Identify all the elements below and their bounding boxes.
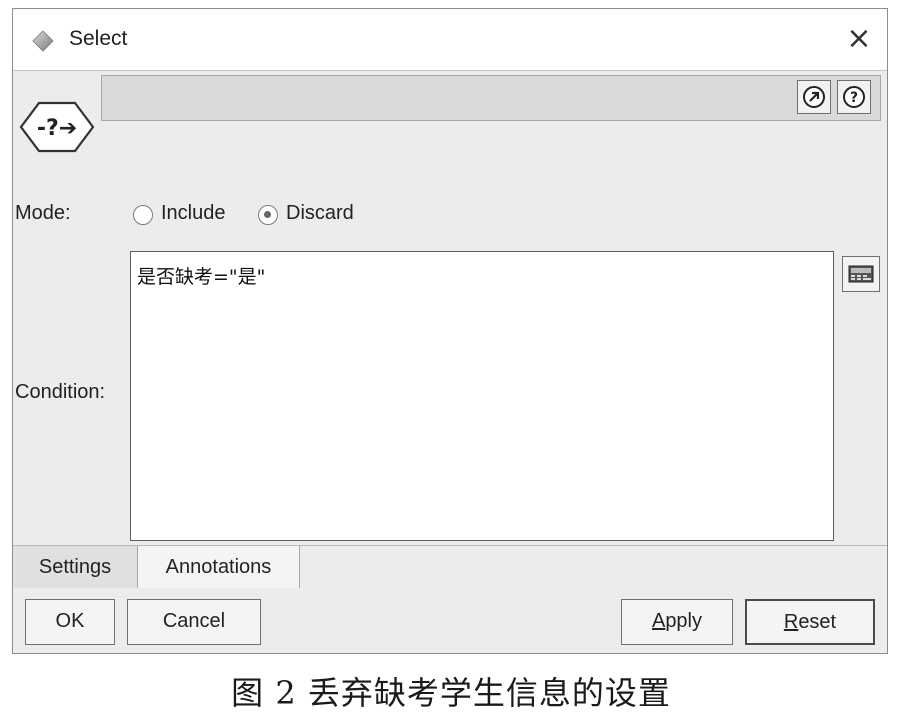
discard-radio-indicator (258, 205, 278, 225)
apply-mnemonic: A (651, 610, 666, 632)
expression-builder-icon (848, 265, 874, 283)
goto-stream-icon (803, 86, 825, 108)
reset-button[interactable]: Reset (745, 599, 875, 645)
condition-label: Condition: (15, 381, 106, 403)
include-radio-indicator (133, 205, 153, 225)
apply-label-rest: pply (665, 610, 703, 632)
include-label: Include (161, 202, 226, 224)
help-button[interactable]: ? (837, 80, 871, 114)
reset-label-rest: eset (798, 611, 837, 633)
close-button[interactable]: × (841, 21, 877, 57)
apply-button[interactable]: Apply (621, 599, 733, 645)
svg-text:?: ? (850, 90, 858, 106)
mode-label: Mode: (15, 202, 71, 224)
svg-text:-?➔: -?➔ (37, 116, 77, 141)
help-icon: ? (843, 86, 865, 108)
title-bar: Select × (13, 9, 887, 71)
figure-caption: 图 2 丢弃缺考学生信息的设置 (231, 674, 671, 712)
cancel-button[interactable]: Cancel (127, 599, 261, 645)
expression-builder-button[interactable] (842, 256, 880, 292)
diamond-icon (32, 30, 54, 52)
window-title: Select (69, 27, 128, 50)
reset-mnemonic: R (783, 611, 799, 633)
node-name-field[interactable] (101, 75, 881, 121)
select-node-icon: -?➔ (19, 101, 95, 153)
tab-annotations[interactable]: Annotations (138, 546, 300, 588)
condition-textarea[interactable]: 是否缺考="是" (130, 251, 834, 541)
tab-bar: Settings Annotations (13, 545, 887, 590)
goto-stream-button[interactable] (797, 80, 831, 114)
tab-settings[interactable]: Settings (13, 546, 138, 588)
ok-button[interactable]: OK (25, 599, 115, 645)
discard-label: Discard (286, 202, 354, 224)
select-node-dialog: Select × -?➔ ? Mode: Include Discard Con… (12, 8, 888, 654)
